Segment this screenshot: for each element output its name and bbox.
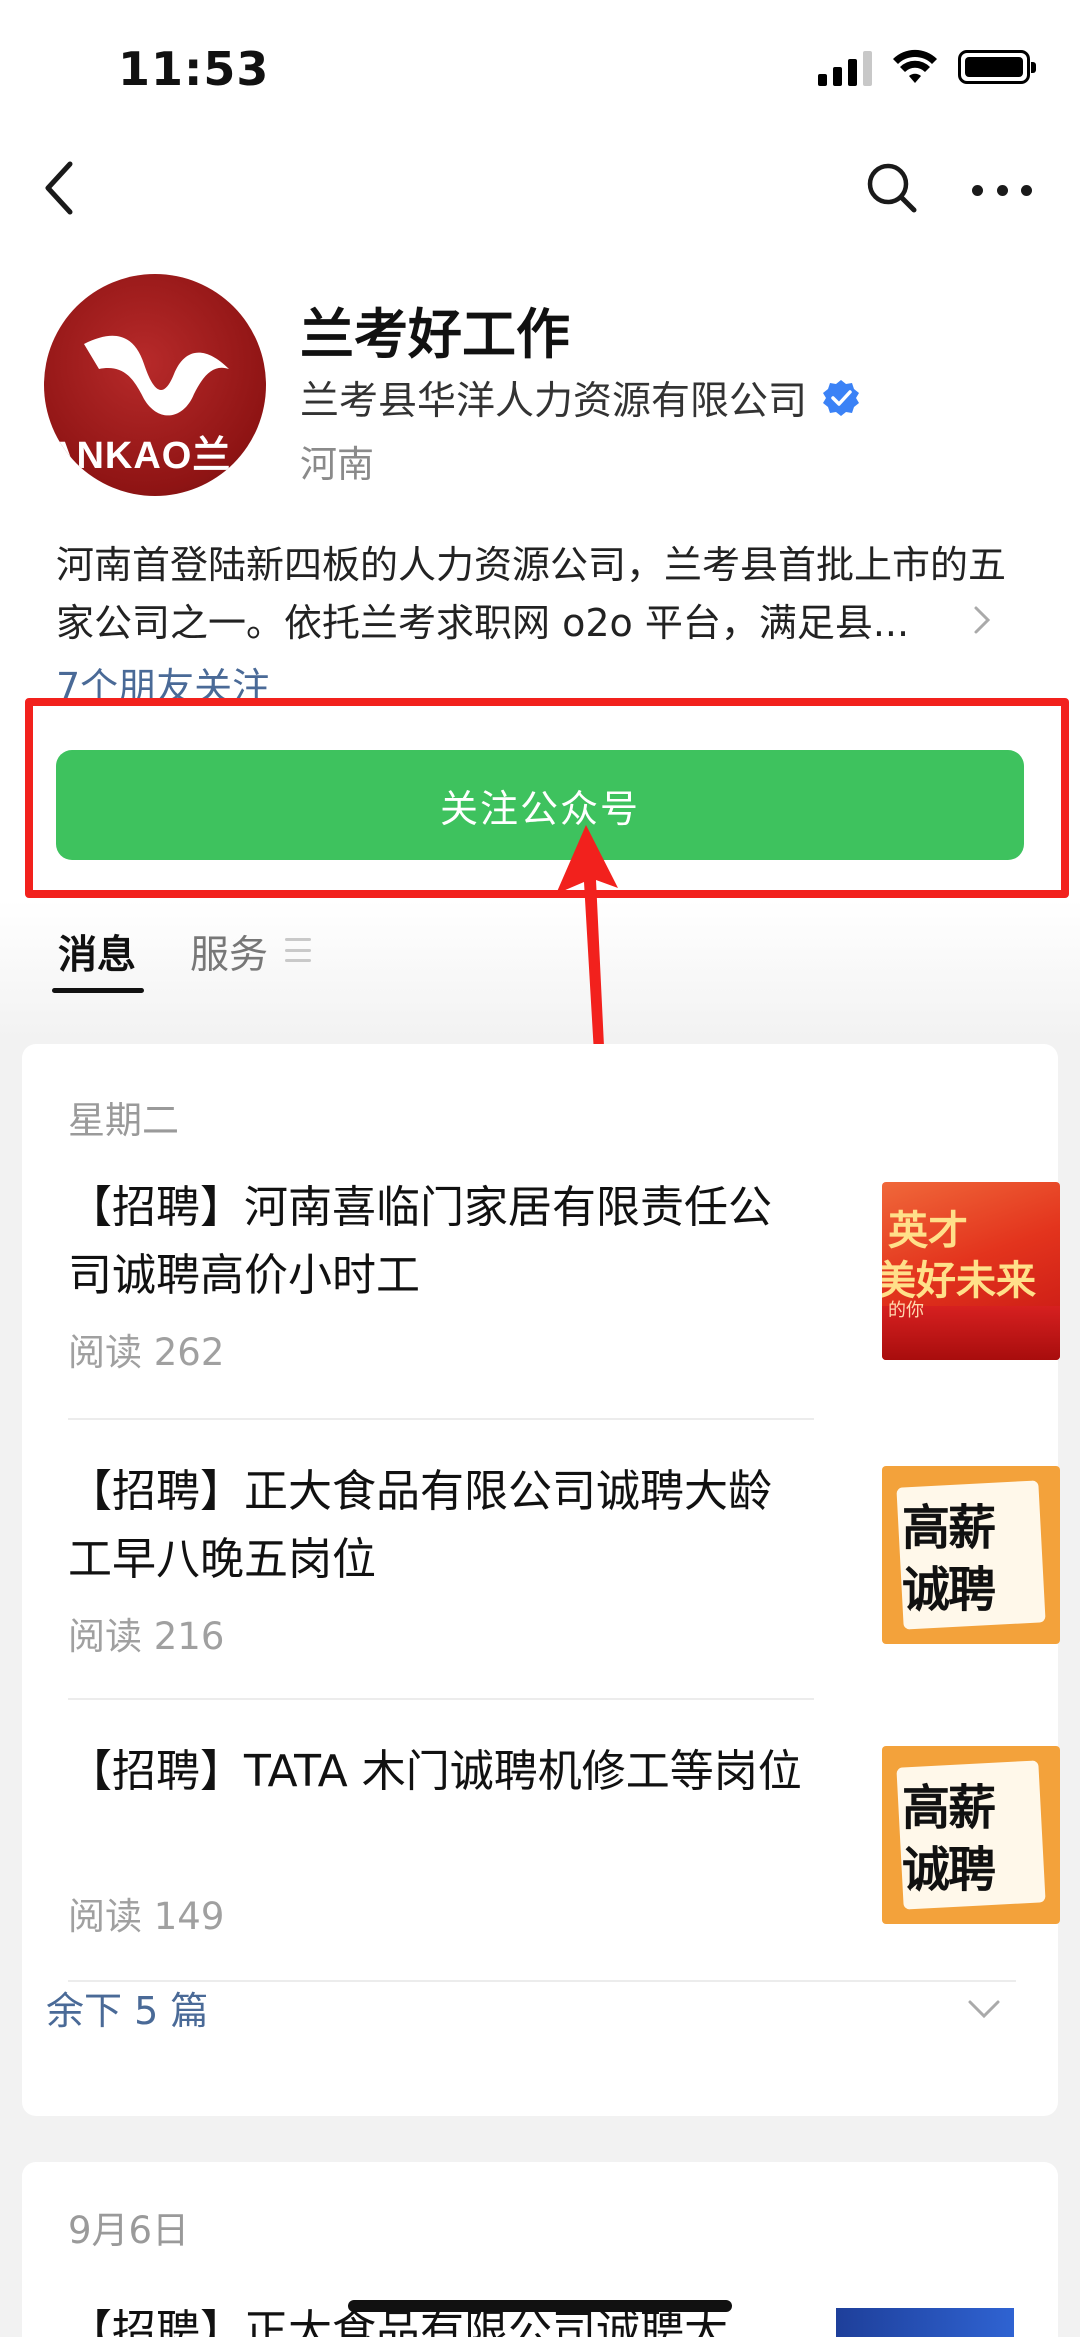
region-label: 河南 [300,443,374,486]
wifi-icon [893,49,937,83]
account-description[interactable]: 河南首登陆新四板的人力资源公司，兰考县首批上市的五家公司之一。依托兰考求职网 o… [56,536,1016,652]
tab-messages[interactable]: 消息 [58,924,136,980]
thumb-text: 的你 [888,1300,924,1321]
article-item[interactable]: 【招聘】TATA 木门诚聘机修工等岗位 阅读 149 高薪 诚聘 [68,1738,1060,1938]
divider [68,1418,814,1420]
article-thumbnail[interactable]: 高薪 诚聘 [882,1466,1060,1644]
remaining-articles-link[interactable]: 余下 5 篇 [46,1980,208,2035]
message-card: 星期二 【招聘】河南喜临门家居有限责任公司诚聘高价小时工 阅读 262 英才 美… [22,1044,1060,2116]
thumb-text: 高薪 [902,1500,996,1556]
company-row: 兰考县华洋人力资源有限公司 [300,370,861,426]
back-icon[interactable] [40,158,80,218]
date-label: 9月6日 [68,2209,190,2252]
avatar-brand: ANKAO兰 [48,435,232,477]
article-reads: 阅读 262 [68,1331,225,1374]
chevron-right-icon[interactable] [970,600,994,640]
article-title[interactable]: 【招聘】河南喜临门家居有限责任公司诚聘高价小时工 [68,1174,808,1310]
menu-icon[interactable] [285,938,311,962]
article-reads: 阅读 216 [68,1615,225,1658]
article-item[interactable]: 【招聘】河南喜临门家居有限责任公司诚聘高价小时工 阅读 262 英才 美好未来 … [68,1174,1060,1374]
avatar: ANKAO兰 [44,274,266,496]
article-thumbnail[interactable]: 英才 美好未来 的你 [882,1182,1060,1360]
chevron-down-icon[interactable] [966,1998,1002,2020]
article-thumbnail[interactable] [836,2308,1014,2337]
article-title[interactable]: 【招聘】TATA 木门诚聘机修工等岗位 [68,1738,808,1806]
more-icon[interactable] [972,180,1032,200]
tab-services[interactable]: 服务 [190,924,268,980]
article-title[interactable]: 【招聘】正大食品有限公司诚聘大龄工早八晚五岗位 [68,1458,808,1594]
home-indicator[interactable] [348,2300,732,2312]
verified-icon [823,380,860,416]
active-tab-indicator [52,988,144,993]
thumb-text: 诚聘 [902,1842,996,1898]
battery-icon [958,50,1036,84]
article-thumbnail[interactable]: 高薪 诚聘 [882,1746,1060,1924]
divider [68,1698,814,1700]
search-icon[interactable] [864,160,920,216]
company-name: 兰考县华洋人力资源有限公司 [300,379,808,424]
date-label: 星期二 [68,1099,179,1142]
divider [68,1980,1016,1982]
status-icons [818,48,1036,86]
thumb-text: 诚聘 [902,1562,996,1618]
thumb-text: 高薪 [902,1780,996,1836]
article-item[interactable]: 【招聘】正大食品有限公司诚聘大龄工早八晚五岗位 阅读 216 高薪 诚聘 [68,1458,1060,1658]
signal-icon [818,48,872,86]
article-reads: 阅读 149 [68,1895,225,1938]
status-time: 11:53 [118,42,270,96]
account-name: 兰考好工作 [300,303,570,366]
